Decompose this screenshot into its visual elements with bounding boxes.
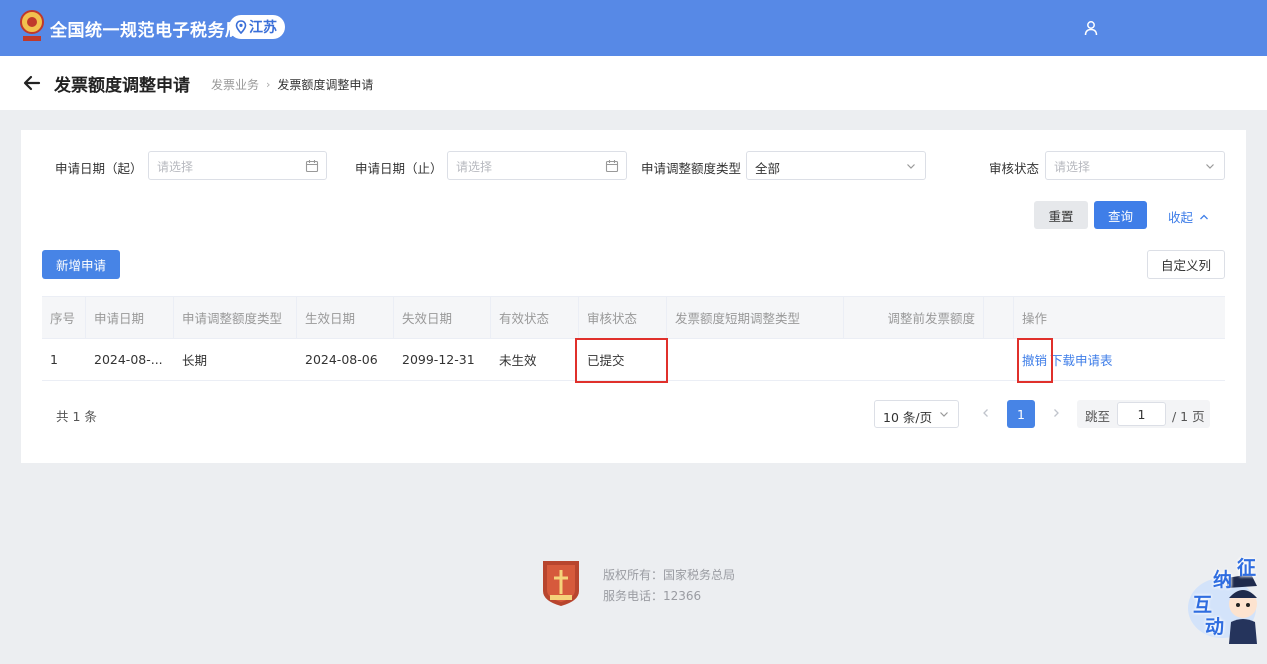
download-application-link[interactable]: 下载申请表 (1050, 350, 1113, 369)
adjust-type-value: 全部 (755, 161, 781, 176)
highlight-revoke-action (1017, 338, 1053, 383)
filter-label-review-status: 审核状态 (989, 161, 1040, 176)
custom-columns-button[interactable]: 自定义列 (1147, 250, 1225, 279)
page-size-value: 10 条/页 (883, 410, 933, 425)
chevron-up-icon (1200, 214, 1208, 219)
total-count: 共 1 条 (56, 409, 97, 424)
chevron-right-icon: › (266, 78, 271, 91)
col-header-spacer (984, 297, 1014, 338)
reset-button[interactable]: 重置 (1034, 201, 1088, 229)
col-header-index: 序号 (42, 297, 86, 338)
col-header-effective-date: 生效日期 (297, 297, 394, 338)
page-title: 发票额度调整申请 (54, 76, 190, 96)
location-pin-icon (235, 20, 247, 34)
prev-page-icon[interactable] (979, 406, 993, 420)
highlight-review-status (575, 338, 668, 383)
region-label: 江苏 (249, 20, 277, 36)
query-button[interactable]: 查询 (1094, 201, 1147, 229)
col-header-prev-amount: 调整前发票额度 (844, 297, 984, 338)
col-header-expiry-date: 失效日期 (394, 297, 491, 338)
apply-date-start-placeholder: 请选择 (157, 160, 194, 174)
breadcrumb-item-invoice-business[interactable]: 发票业务 (211, 76, 259, 93)
footer-copyright: 版权所有：国家税务总局 (603, 568, 736, 582)
assistant-char-4: 动 (1205, 616, 1225, 638)
back-arrow-icon[interactable] (22, 73, 42, 93)
review-status-select[interactable]: 请选择 (1045, 151, 1225, 180)
breadcrumb: 发票业务 › 发票额度调整申请 (211, 76, 373, 93)
jump-page-input[interactable]: 1 (1117, 402, 1166, 426)
col-header-actions: 操作 (1022, 311, 1048, 326)
jump-label: 跳至 (1085, 409, 1111, 424)
top-bar: 全国统一规范电子税务局 江苏 (0, 0, 1267, 56)
app-title: 全国统一规范电子税务局 (50, 21, 243, 41)
page-number-current[interactable]: 1 (1007, 400, 1035, 428)
chevron-down-icon (907, 164, 915, 169)
main-card: 申请日期（起） 请选择 申请日期（止） 请选择 申请调整额度类型 全部 审核状态… (21, 130, 1246, 463)
chevron-down-icon (1206, 164, 1214, 169)
footer-phone: 服务电话：12366 (603, 589, 702, 603)
chevron-down-icon (940, 412, 948, 417)
calendar-icon (305, 160, 319, 173)
total-pages-label: / 1 页 (1172, 409, 1205, 424)
tax-emblem-logo (20, 10, 44, 41)
apply-date-end-picker[interactable]: 请选择 (447, 151, 627, 180)
region-selector[interactable]: 江苏 (229, 15, 285, 39)
cell-expiry-date: 2099-12-31 (402, 352, 475, 367)
col-header-apply-date: 申请日期 (86, 297, 174, 338)
interaction-assistant-widget[interactable]: 征 纳 互 动 (1187, 548, 1267, 644)
adjust-type-select[interactable]: 全部 (746, 151, 926, 180)
table-header: 序号 申请日期 申请调整额度类型 生效日期 失效日期 有效状态 审核状态 发票额… (42, 296, 1225, 339)
cell-effective-date: 2024-08-06 (305, 352, 378, 367)
review-status-placeholder: 请选择 (1054, 160, 1091, 174)
col-header-valid-status: 有效状态 (491, 297, 579, 338)
cell-index: 1 (50, 352, 58, 367)
next-page-icon[interactable] (1049, 406, 1063, 420)
page-jumper: 跳至 1 / 1 页 (1077, 400, 1210, 428)
cell-short-term-type (667, 339, 844, 380)
collapse-label: 收起 (1168, 210, 1194, 225)
filter-label-apply-date-end: 申请日期（止） (355, 161, 443, 176)
filter-label-adjust-type: 申请调整额度类型 (641, 161, 742, 176)
page-header: 发票额度调整申请 发票业务 › 发票额度调整申请 (0, 56, 1267, 110)
assistant-char-2: 纳 (1213, 569, 1233, 591)
col-header-adjust-type: 申请调整额度类型 (174, 297, 297, 338)
calendar-icon (605, 160, 619, 173)
col-header-short-term-type: 发票额度短期调整类型 (667, 297, 844, 338)
filter-label-apply-date-start: 申请日期（起） (55, 161, 143, 176)
cell-apply-date: 2024-08-... (94, 352, 163, 367)
tax-bureau-emblem-logo (543, 561, 579, 606)
page-size-select[interactable]: 10 条/页 (874, 400, 959, 428)
cell-adjust-type: 长期 (182, 353, 208, 368)
apply-date-end-placeholder: 请选择 (456, 160, 493, 174)
cell-valid-status: 未生效 (499, 353, 537, 368)
assistant-char-1: 征 (1237, 557, 1257, 579)
collapse-filters-link[interactable]: 收起 (1168, 207, 1209, 226)
col-header-review-status: 审核状态 (579, 297, 667, 338)
apply-date-start-picker[interactable]: 请选择 (148, 151, 327, 180)
cell-prev-amount (844, 339, 984, 380)
user-icon[interactable] (1083, 20, 1099, 36)
new-application-button[interactable]: 新增申请 (42, 250, 120, 279)
breadcrumb-item-current: 发票额度调整申请 (277, 78, 374, 92)
